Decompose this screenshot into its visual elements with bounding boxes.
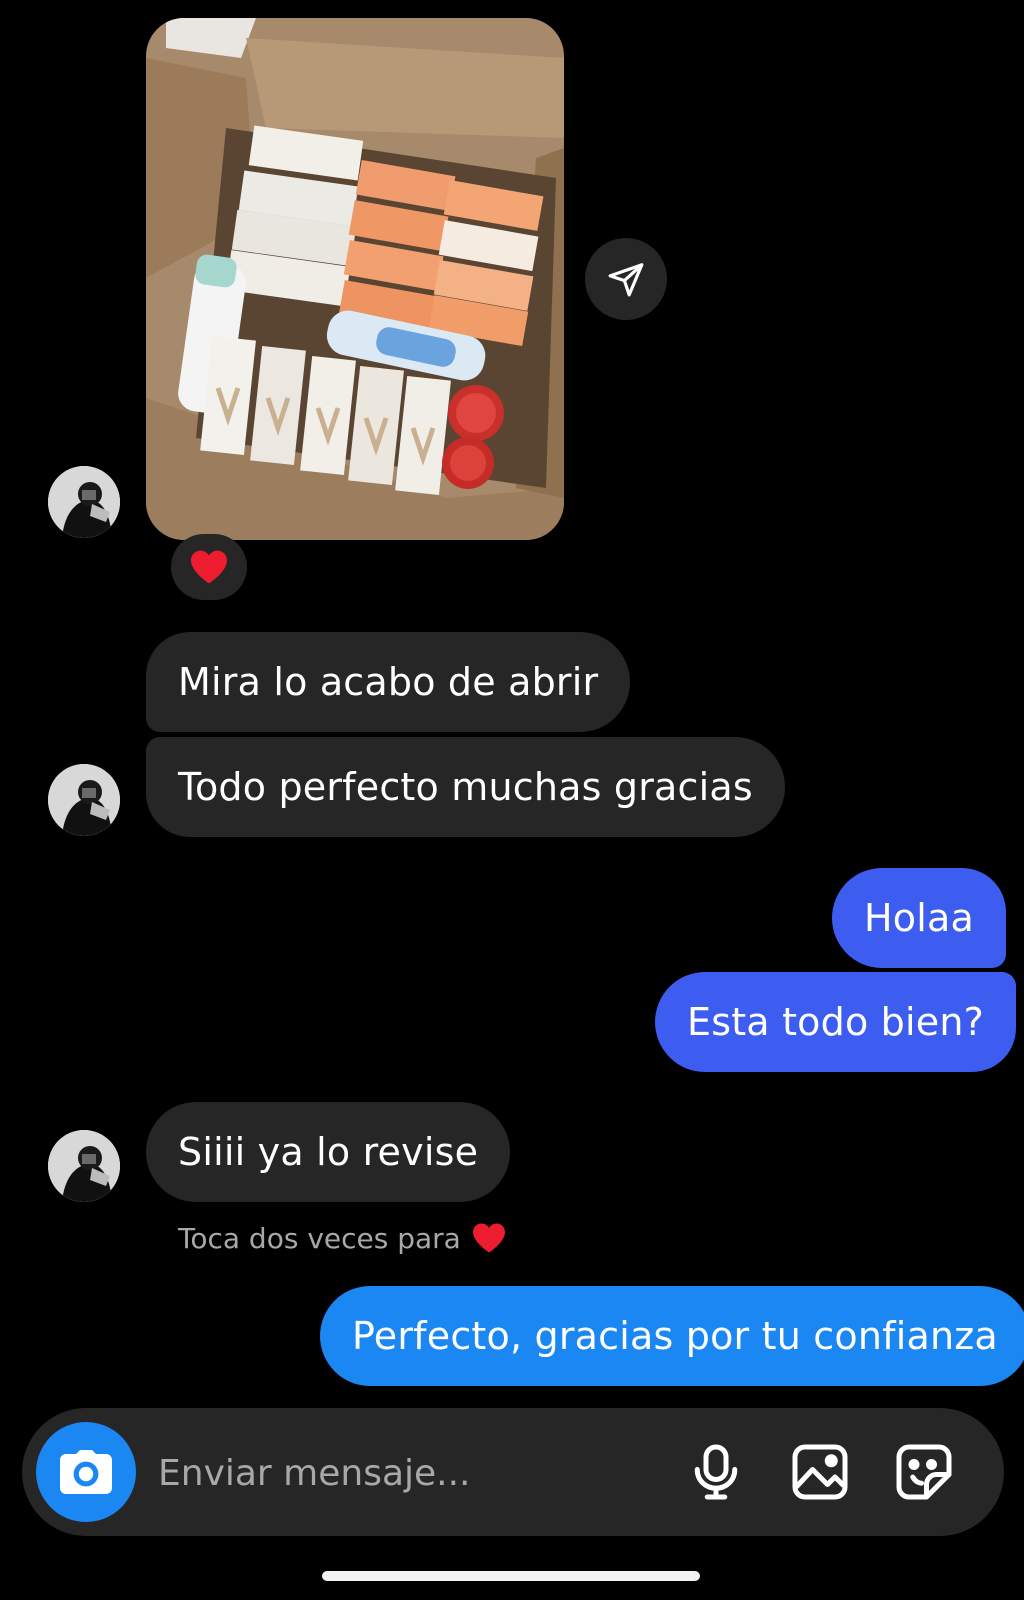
message-input[interactable]	[156, 1442, 660, 1504]
paper-plane-icon	[608, 263, 644, 297]
message-text: Holaa	[864, 896, 974, 940]
heart-icon	[472, 1223, 505, 1253]
gallery-icon	[792, 1444, 848, 1500]
share-photo-button[interactable]	[585, 238, 667, 320]
home-indicator[interactable]	[322, 1571, 700, 1581]
message-composer	[22, 1408, 1004, 1536]
contact-avatar[interactable]	[48, 1130, 120, 1202]
message-outgoing[interactable]: Holaa	[832, 868, 1006, 968]
gallery-button[interactable]	[786, 1438, 854, 1506]
contact-avatar[interactable]	[48, 764, 120, 836]
microphone-button[interactable]	[682, 1438, 750, 1506]
hint-text: Toca dos veces para	[178, 1221, 461, 1255]
heart-reaction[interactable]	[171, 534, 247, 600]
message-outgoing[interactable]: Esta todo bien?	[655, 972, 1016, 1072]
message-outgoing[interactable]: Perfecto, gracias por tu confianza	[320, 1286, 1024, 1386]
message-text: Esta todo bien?	[687, 1000, 984, 1044]
sticker-button[interactable]	[890, 1438, 958, 1506]
message-incoming[interactable]: Mira lo acabo de abrir	[146, 632, 631, 732]
message-text: Siiii ya lo revise	[178, 1130, 479, 1174]
message-text: Perfecto, gracias por tu confianza	[352, 1314, 998, 1358]
message-text: Todo perfecto muchas gracias	[178, 765, 753, 809]
message-incoming[interactable]: Todo perfecto muchas gracias	[146, 737, 785, 837]
heart-icon	[191, 550, 227, 584]
double-tap-hint: Toca dos veces para	[178, 1218, 507, 1258]
sticker-icon	[896, 1444, 952, 1500]
camera-icon	[60, 1450, 112, 1494]
shared-photo[interactable]	[146, 18, 564, 540]
message-text: Mira lo acabo de abrir	[178, 660, 599, 704]
contact-avatar[interactable]	[48, 466, 120, 538]
camera-button[interactable]	[36, 1422, 136, 1522]
message-incoming[interactable]: Siiii ya lo revise	[146, 1102, 511, 1202]
microphone-icon	[694, 1444, 738, 1500]
